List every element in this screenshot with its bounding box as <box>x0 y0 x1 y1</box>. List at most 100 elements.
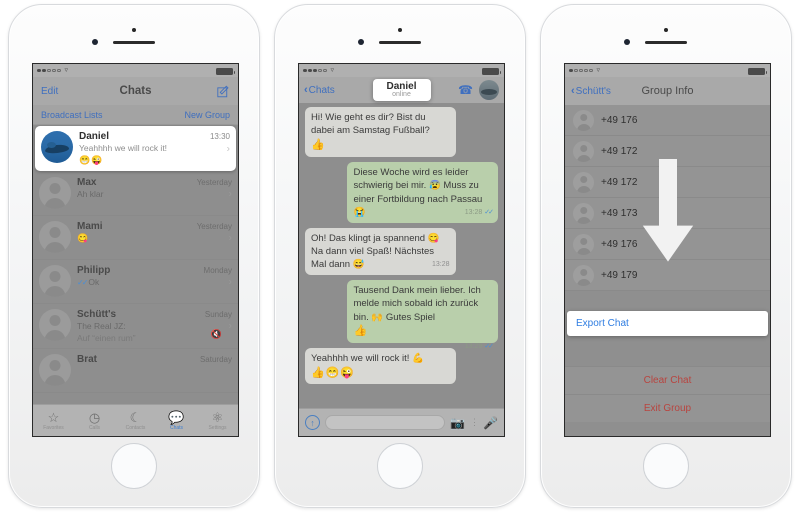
proximity-sensor-icon <box>132 28 136 32</box>
tab-label: Favorites <box>43 424 64 431</box>
page-title: Group Info <box>641 85 694 97</box>
member-phone-number: +49 172 <box>601 145 638 157</box>
message-emojis: 👍 <box>311 138 326 151</box>
message-meta: 13:28 ✓✓ <box>465 208 494 218</box>
message-text: Oh! Das klingt ja spannend 😋 Na dann vie… <box>311 232 440 271</box>
tab-chats[interactable]: 💬 Chats <box>156 411 197 431</box>
front-camera-icon <box>358 39 364 45</box>
message-text: Tausend Dank mein lieber. Ich melde mich… <box>353 284 481 323</box>
chat-name: Brat <box>77 353 98 365</box>
placeholder-avatar <box>39 221 71 254</box>
chat-list-item-philipp[interactable]: Philipp Monday ✓✓ Ok › <box>33 260 238 305</box>
chat-preview: Ah klar <box>77 189 104 200</box>
message-emojis: 👍😁😜 <box>311 366 356 379</box>
chat-preview: Yeahhhh we will rock it! <box>79 143 168 153</box>
group-member-row[interactable]: +49 172 <box>565 136 770 167</box>
tab-bar: ☆ Favorites ◷ Calls ☾ Contacts 💬 Chats ⚛ <box>33 404 238 436</box>
chat-list-item-schuetts[interactable]: Schütt's Sunday The Real JZ: Auf “einen … <box>33 304 238 349</box>
group-member-row[interactable]: +49 176 <box>565 229 770 260</box>
home-button[interactable] <box>377 443 423 489</box>
screen-bottom-filler <box>565 422 770 436</box>
chat-list: Daniel 13:30 Yeahhhh we will rock it! 😁😜… <box>33 126 238 393</box>
export-chat-button[interactable]: Export Chat <box>567 311 768 336</box>
contact-status: online <box>392 91 411 98</box>
group-info-navbar: ‹ Schütt's Group Info <box>565 77 770 105</box>
exit-group-button[interactable]: Exit Group <box>565 394 770 422</box>
member-phone-number: +49 172 <box>601 176 638 188</box>
page-title: Chats <box>119 85 152 97</box>
back-to-chats-button[interactable]: ‹ Chats <box>304 84 335 96</box>
message-input-bar: ↑ 📷 ⋮ 🎤 <box>299 408 504 436</box>
message-text: Hi! Wie geht es dir? Bist du dabei am Sa… <box>311 112 430 137</box>
screen-conversation: ▿ ‹ Chats ☎ Daniel online Hi! Wie geht e… <box>298 63 505 437</box>
earpiece-speaker <box>379 41 421 44</box>
group-member-row[interactable]: +49 172 <box>565 167 770 198</box>
tab-contacts[interactable]: ☾ Contacts <box>115 411 156 431</box>
wifi-icon: ▿ <box>596 67 601 74</box>
chat-list-item-mami[interactable]: Mami Yesterday 😋 › <box>33 216 238 261</box>
group-member-row[interactable]: +49 173 <box>565 198 770 229</box>
member-phone-number: +49 179 <box>601 269 638 281</box>
placeholder-avatar <box>39 177 71 210</box>
message-bubble: Oh! Das klingt ja spannend 😋 Na dann vie… <box>305 227 456 275</box>
tab-label: Calls <box>88 424 101 431</box>
tab-calls[interactable]: ◷ Calls <box>74 411 115 431</box>
microphone-icon[interactable]: 🎤 <box>483 416 498 430</box>
new-group-button[interactable]: New Group <box>184 110 230 120</box>
placeholder-avatar <box>573 171 594 193</box>
status-bar: ▿ <box>299 64 504 77</box>
chat-name: Schütt's <box>77 309 117 321</box>
message-input[interactable] <box>325 415 446 430</box>
message-bubble: Hi! Wie geht es dir? Bist du dabei am Sa… <box>305 107 456 164</box>
mute-icon: 🔇 <box>210 328 222 339</box>
group-member-row[interactable]: +49 179 <box>565 260 770 291</box>
chat-bubble-icon: 💬 <box>168 409 185 425</box>
chevron-right-icon: › <box>228 320 232 332</box>
broadcast-lists-button[interactable]: Broadcast Lists <box>41 110 103 120</box>
chat-time: Yesterday <box>196 178 232 188</box>
member-phone-number: +49 176 <box>601 114 638 126</box>
star-icon: ☆ <box>47 409 60 425</box>
camera-icon[interactable]: 📷 <box>450 416 465 430</box>
placeholder-avatar <box>573 264 594 286</box>
chevron-left-icon: ‹ <box>304 84 308 96</box>
read-receipt-icon: ✓✓ <box>77 278 88 288</box>
compose-icon[interactable] <box>217 85 230 98</box>
home-button[interactable] <box>643 443 689 489</box>
phone-icon[interactable]: ☎ <box>458 83 473 97</box>
home-button[interactable] <box>111 443 157 489</box>
message-bubble: Diese Woche wird es leider schwierig bei… <box>347 161 498 223</box>
more-dots-icon[interactable]: ⋮ <box>470 417 479 428</box>
chat-time: Yesterday <box>196 222 232 232</box>
chats-navbar: Edit Chats <box>33 77 238 105</box>
chat-time: Saturday <box>199 354 232 364</box>
chat-name: Max <box>77 177 97 189</box>
contact-name-popup: Daniel online <box>372 79 431 101</box>
group-member-row[interactable]: +49 176 <box>565 105 770 136</box>
chat-name: Daniel <box>79 131 110 142</box>
phone-device-conversation: ▿ ‹ Chats ☎ Daniel online Hi! Wie geht e… <box>274 4 526 508</box>
list-gap <box>565 336 770 366</box>
tab-favorites[interactable]: ☆ Favorites <box>33 411 74 431</box>
list-gap <box>565 291 770 311</box>
chat-list-item-brat[interactable]: Brat Saturday <box>33 349 238 393</box>
chevron-right-icon: › <box>228 276 232 288</box>
read-receipt-icon: ✓✓ <box>484 209 494 217</box>
proximity-sensor-icon <box>398 28 402 32</box>
read-receipt-icon: ✓✓ <box>484 343 494 351</box>
clear-chat-button[interactable]: Clear Chat <box>565 366 770 394</box>
placeholder-avatar <box>39 309 71 342</box>
chevron-right-icon: › <box>228 188 232 200</box>
chat-list-item-max[interactable]: Max Yesterday Ah klar › <box>33 172 238 217</box>
chat-name: Philipp <box>77 265 111 277</box>
earpiece-speaker <box>113 41 155 44</box>
chat-list-item-daniel[interactable]: Daniel 13:30 Yeahhhh we will rock it! 😁😜… <box>35 126 236 172</box>
placeholder-avatar <box>573 202 594 224</box>
chat-emojis: 😋 <box>77 233 90 244</box>
message-text: Diese Woche wird es leider schwierig bei… <box>353 166 483 219</box>
tab-settings[interactable]: ⚛ Settings <box>197 411 238 431</box>
contact-avatar[interactable] <box>479 80 499 100</box>
wifi-icon: ▿ <box>64 67 69 74</box>
conversation-navbar: ‹ Chats ☎ Daniel online <box>299 77 504 103</box>
plus-icon[interactable]: ↑ <box>305 415 320 430</box>
